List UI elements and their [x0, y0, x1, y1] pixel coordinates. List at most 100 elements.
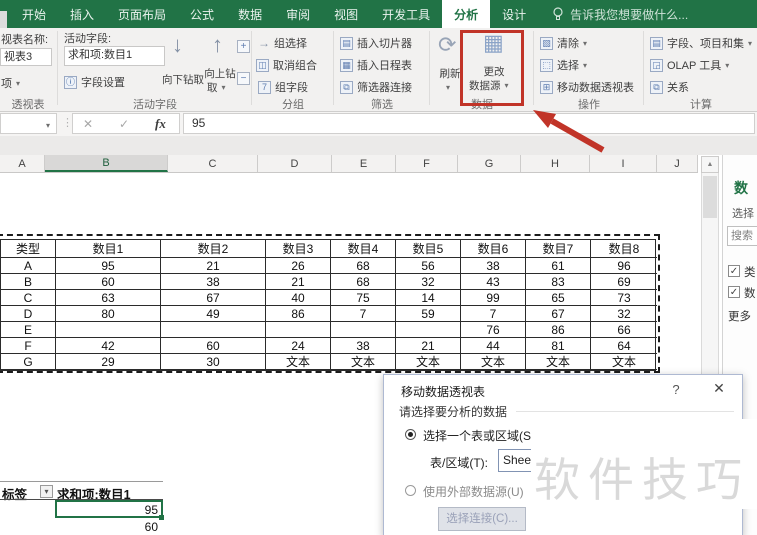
table-header-cell[interactable]: 数目7	[526, 240, 591, 258]
table-cell[interactable]: 73	[591, 290, 657, 306]
more-tables-link[interactable]: 更多	[728, 308, 751, 324]
tab-developer[interactable]: 开发工具	[370, 0, 442, 28]
table-header-cell[interactable]: 数目2	[161, 240, 266, 258]
fields-items-sets-button[interactable]: ▤ 字段、项目和集 ▾	[650, 35, 752, 51]
table-cell[interactable]: 68	[331, 274, 396, 290]
table-cell[interactable]: 7	[331, 306, 396, 322]
group-selection-button[interactable]: → 组选择	[258, 35, 307, 51]
table-cell[interactable]: 67	[526, 306, 591, 322]
insert-timeline-button[interactable]: ▦ 插入日程表	[340, 57, 412, 73]
table-cell[interactable]: 64	[591, 338, 657, 354]
table-cell[interactable]: 68	[331, 258, 396, 274]
tab-data[interactable]: 数据	[226, 0, 274, 28]
field-checkbox-type[interactable]: ✓	[728, 265, 740, 277]
tab-home[interactable]: 开始	[10, 0, 58, 28]
table-cell[interactable]: 38	[461, 258, 526, 274]
table-cell[interactable]	[56, 322, 161, 338]
table-cell[interactable]: 文本	[396, 354, 461, 370]
table-header-cell[interactable]: 数目6	[461, 240, 526, 258]
select-button[interactable]: ⬚ 选择 ▾	[540, 57, 587, 73]
column-header-d[interactable]: D	[258, 155, 332, 172]
table-header-cell[interactable]: 数目8	[591, 240, 657, 258]
table-cell[interactable]: C	[1, 290, 56, 306]
column-header-j[interactable]: J	[657, 155, 698, 172]
field-settings-button[interactable]: ⓘ 字段设置	[64, 74, 125, 90]
table-cell[interactable]: 63	[56, 290, 161, 306]
column-header-f[interactable]: F	[396, 155, 458, 172]
ungroup-button[interactable]: ◫ 取消组合	[256, 57, 317, 73]
table-cell[interactable]: 56	[396, 258, 461, 274]
table-cell[interactable]: 42	[56, 338, 161, 354]
pivot-filter-dropdown[interactable]: ▾	[40, 485, 53, 498]
table-cell[interactable]: 32	[591, 306, 657, 322]
tell-me-box[interactable]: 告诉我您想要做什么...	[552, 0, 688, 28]
table-header-cell[interactable]: 类型	[1, 240, 56, 258]
selected-cell[interactable]: 95	[55, 500, 163, 518]
table-cell[interactable]: 99	[461, 290, 526, 306]
table-cell[interactable]: 81	[526, 338, 591, 354]
radio-external-source[interactable]	[405, 485, 416, 496]
radio-select-table-range-label[interactable]: 选择一个表或区域(S)	[423, 427, 535, 444]
table-cell[interactable]: 61	[526, 258, 591, 274]
column-header-g[interactable]: G	[458, 155, 521, 172]
scrollbar-thumb[interactable]	[703, 176, 717, 218]
active-field-box[interactable]: 求和项:数目1	[64, 46, 165, 66]
enter-icon[interactable]: ✓	[119, 117, 129, 131]
cancel-icon[interactable]: ✕	[83, 117, 93, 131]
table-cell[interactable]: 32	[396, 274, 461, 290]
field-label-number[interactable]: 数	[744, 285, 756, 301]
relationships-button[interactable]: ⧉ 关系	[650, 79, 689, 95]
table-cell[interactable]: 67	[161, 290, 266, 306]
table-cell[interactable]: 76	[461, 322, 526, 338]
table-cell[interactable]: 30	[161, 354, 266, 370]
table-cell[interactable]: 21	[396, 338, 461, 354]
move-pivottable-button[interactable]: ⊞ 移动数据透视表	[540, 79, 634, 95]
table-cell[interactable]: G	[1, 354, 56, 370]
fill-handle[interactable]	[159, 515, 164, 520]
tab-page-layout[interactable]: 页面布局	[106, 0, 178, 28]
tab-view[interactable]: 视图	[322, 0, 370, 28]
scroll-up-button[interactable]: ▲	[701, 156, 719, 173]
table-cell[interactable]: 60	[56, 274, 161, 290]
insert-function-icon[interactable]: fx	[155, 116, 166, 132]
table-cell[interactable]: 文本	[526, 354, 591, 370]
table-cell[interactable]	[161, 322, 266, 338]
table-cell[interactable]: 59	[396, 306, 461, 322]
table-cell[interactable]: 95	[56, 258, 161, 274]
expand-field-button[interactable]: +	[237, 40, 250, 53]
table-cell[interactable]: 文本	[331, 354, 396, 370]
table-cell[interactable]: 文本	[461, 354, 526, 370]
name-box[interactable]: ▾	[0, 113, 57, 134]
tab-analyze[interactable]: 分析	[442, 0, 491, 28]
pivottable-options-button[interactable]: 项 ▾	[1, 75, 20, 91]
table-cell[interactable]: 75	[331, 290, 396, 306]
table-cell[interactable]: 86	[526, 322, 591, 338]
table-header-cell[interactable]: 数目4	[331, 240, 396, 258]
dialog-help-button[interactable]: ?	[668, 382, 684, 397]
table-cell[interactable]	[266, 322, 331, 338]
table-cell[interactable]: 66	[591, 322, 657, 338]
table-cell[interactable]: B	[1, 274, 56, 290]
table-cell[interactable]: 80	[56, 306, 161, 322]
fields-search-input[interactable]: 搜索	[727, 226, 757, 246]
dialog-close-button[interactable]: ✕	[710, 380, 728, 397]
table-cell[interactable]: 40	[266, 290, 331, 306]
olap-tools-button[interactable]: ◲ OLAP 工具 ▾	[650, 57, 729, 73]
clear-button[interactable]: ▧ 清除 ▾	[540, 35, 587, 51]
pivottable-name-box[interactable]: 视表3	[0, 48, 52, 66]
table-cell[interactable]: 24	[266, 338, 331, 354]
table-cell[interactable]: A	[1, 258, 56, 274]
table-cell[interactable]: 83	[526, 274, 591, 290]
table-cell[interactable]: 60	[161, 338, 266, 354]
table-cell[interactable]: F	[1, 338, 56, 354]
table-cell[interactable]: 44	[461, 338, 526, 354]
tab-insert[interactable]: 插入	[58, 0, 106, 28]
pivot-value[interactable]: 60	[55, 520, 158, 534]
column-header-a[interactable]: A	[0, 155, 45, 172]
tab-review[interactable]: 审阅	[274, 0, 322, 28]
insert-slicer-button[interactable]: ▤ 插入切片器	[340, 35, 412, 51]
table-cell[interactable]: 21	[161, 258, 266, 274]
collapse-field-button[interactable]: −	[237, 72, 250, 85]
table-cell[interactable]: 86	[266, 306, 331, 322]
column-header-e[interactable]: E	[332, 155, 396, 172]
